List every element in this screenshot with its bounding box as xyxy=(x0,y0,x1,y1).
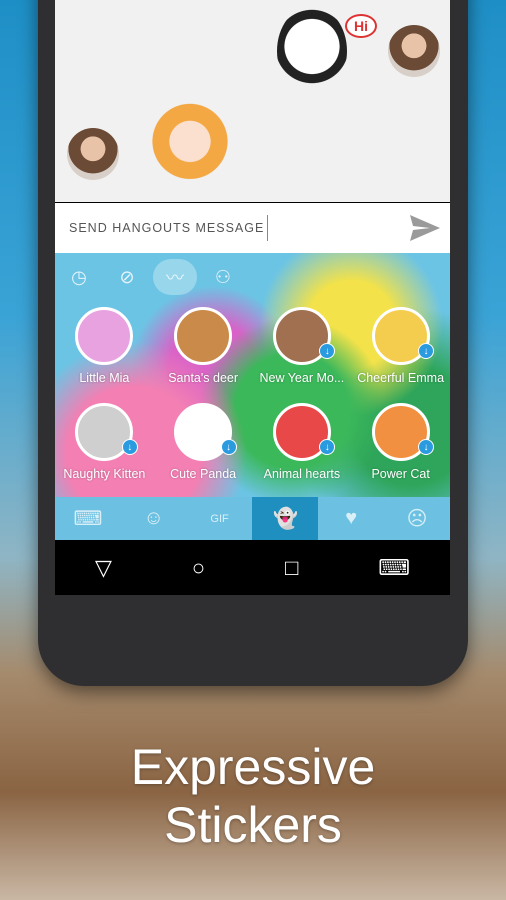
sticker-pack-item[interactable]: ↓ Naughty Kitten xyxy=(55,393,154,485)
sticker-thumbnail xyxy=(174,307,233,365)
clock-icon[interactable]: ◷ xyxy=(57,259,101,295)
sticker-pack-label: Cheerful Emma xyxy=(357,371,445,385)
sticker-pack-item[interactable]: ↓ New Year Mo... xyxy=(253,297,352,389)
headline-line1: Expressive xyxy=(130,739,376,795)
recents-icon[interactable]: □ xyxy=(285,555,298,581)
compass-icon[interactable]: ⊘ xyxy=(105,259,149,295)
sticker-pack-item[interactable]: ↓ Animal hearts xyxy=(253,393,352,485)
category-bar: ◷ ⊘ 〰 ⚇ xyxy=(55,259,245,295)
sticker-pack-item[interactable]: Santa's deer xyxy=(154,297,253,389)
sticker-pack-label: Little Mia xyxy=(79,371,130,385)
sticker-pack-item[interactable]: ↓ Cheerful Emma xyxy=(351,297,450,389)
keyboard-switch-icon[interactable]: ⌨ xyxy=(378,555,410,581)
sticker-thumbnail xyxy=(75,307,134,365)
sticker-pack-label: New Year Mo... xyxy=(259,371,345,385)
heart-icon[interactable]: ♥ xyxy=(318,497,384,540)
download-icon[interactable]: ↓ xyxy=(418,343,434,359)
gif-icon[interactable]: GIF xyxy=(187,497,253,540)
sticker-keyboard: ◷ ⊘ 〰 ⚇ Little Mia Santa's deer ↓ New Year Mo.… xyxy=(55,253,450,540)
sticker-pack-item[interactable]: ↓ Power Cat xyxy=(351,393,450,485)
panda-sticker xyxy=(277,6,347,96)
download-icon[interactable]: ↓ xyxy=(319,439,336,455)
keyboard-tab-bar: ⌨ ☺ GIF 👻 ♥ ☹ xyxy=(55,497,450,540)
text-caret xyxy=(267,215,269,241)
sticker-pack-label: Animal hearts xyxy=(263,467,341,481)
download-icon[interactable]: ↓ xyxy=(121,439,138,455)
message-input[interactable]: SEND HANGOUTS MESSAGE xyxy=(55,203,450,253)
person-icon[interactable]: ⚇ xyxy=(201,259,245,295)
emoji-icon[interactable]: ☺ xyxy=(121,497,187,540)
sticker-pack-label: Santa's deer xyxy=(168,371,239,385)
sticker-pack-item[interactable]: ↓ Cute Panda xyxy=(154,393,253,485)
sticker-ghost-icon[interactable]: 👻 xyxy=(252,497,319,540)
sticker-grid: Little Mia Santa's deer ↓ New Year Mo... ↓ Ch… xyxy=(55,297,450,485)
headline-line2: Stickers xyxy=(164,797,342,853)
avatar-left xyxy=(67,128,119,180)
pig-sticker xyxy=(145,100,235,192)
back-icon[interactable]: ▽ xyxy=(95,555,112,581)
download-icon[interactable]: ↓ xyxy=(319,343,336,359)
sticker-pack-label: Naughty Kitten xyxy=(63,467,146,481)
phone-screen: Hi SEND HANGOUTS MESSAGE ◷ ⊘ 〰 ⚇ Little Mia… xyxy=(55,0,450,595)
emoticon-icon[interactable]: ☹ xyxy=(384,497,450,540)
home-icon[interactable]: ○ xyxy=(192,555,205,581)
sticker-pack-item[interactable]: Little Mia xyxy=(55,297,154,389)
download-icon[interactable]: ↓ xyxy=(418,439,434,455)
navigation-bar: ▽ ○ □ ⌨ xyxy=(55,540,450,595)
avatar-right xyxy=(388,25,440,77)
input-placeholder: SEND HANGOUTS MESSAGE xyxy=(69,221,265,235)
send-icon[interactable] xyxy=(410,215,440,241)
keyboard-icon[interactable]: ⌨ xyxy=(55,497,121,540)
sticker-pack-label: Cute Panda xyxy=(170,467,237,481)
chat-area: Hi xyxy=(55,0,450,202)
trending-icon[interactable]: 〰 xyxy=(153,259,197,295)
sticker-pack-label: Power Cat xyxy=(371,467,430,481)
hi-bubble: Hi xyxy=(345,14,377,38)
download-icon[interactable]: ↓ xyxy=(220,439,237,455)
